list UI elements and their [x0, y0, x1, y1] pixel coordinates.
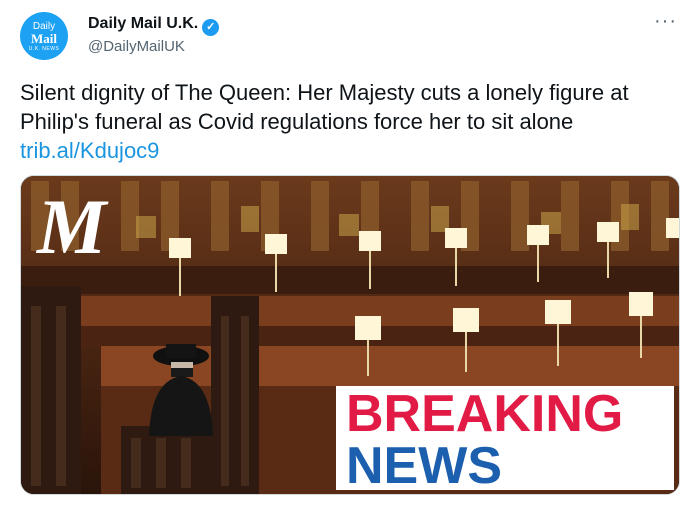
tweet-media[interactable]: M BREAKING NEWS [20, 175, 680, 495]
avatar[interactable]: Daily Mail U.K. NEWS [20, 12, 68, 60]
daily-mail-m-logo: M [37, 183, 107, 270]
account-name-text[interactable]: Daily Mail U.K. [88, 15, 198, 32]
more-options-button[interactable]: ··· [654, 10, 677, 33]
account-name[interactable]: Daily Mail U.K. ✓ [88, 15, 220, 36]
tweet-card: Daily Mail U.K. NEWS Daily Mail U.K. ✓ @D… [0, 0, 700, 508]
breaking-news-banner: BREAKING NEWS [336, 385, 674, 495]
verified-badge-icon: ✓ [202, 19, 220, 36]
tweet-text: Silent dignity of The Queen: Her Majesty… [20, 78, 680, 165]
tweet-body: Silent dignity of The Queen: Her Majesty… [20, 80, 629, 134]
account-handle[interactable]: @DailyMailUK [88, 38, 185, 55]
avatar-line3: U.K. NEWS [28, 46, 60, 52]
breaking-label: BREAKING [346, 385, 624, 443]
tweet-link[interactable]: trib.al/Kdujoc9 [20, 138, 159, 163]
news-label: NEWS [346, 437, 502, 495]
avatar-line2: Mail [31, 31, 57, 46]
